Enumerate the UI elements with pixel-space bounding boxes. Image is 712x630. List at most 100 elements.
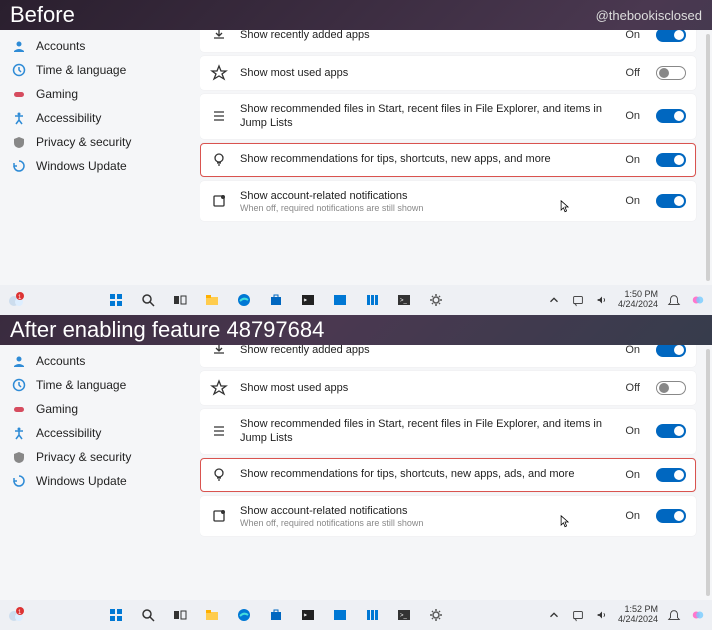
tray-chevron-icon[interactable] [546,292,562,308]
taskbar-cmd-icon[interactable]: >_ [396,292,412,308]
toggle-switch[interactable] [656,468,686,482]
setting-title: Show most used apps [240,66,614,80]
taskbar-tray: 1:50 PM4/24/2024 [546,290,706,310]
taskbar-tasks-icon[interactable] [364,607,380,623]
setting-text: Show account-related notificationsWhen o… [240,189,613,213]
setting-text: Show recommendations for tips, shortcuts… [240,467,613,481]
sidebar-item-label: Time & language [36,63,126,77]
setting-text: Show recommended files in Start, recent … [240,417,613,446]
toggle-switch[interactable] [656,509,686,523]
setting-title: Show account-related notifications [240,504,613,518]
settings-content: Show recently added apps On Show most used… [200,30,712,285]
sidebar-item-accessibility[interactable]: Accessibility [0,421,200,445]
taskbar-store-icon[interactable] [268,607,284,623]
sidebar-item-time[interactable]: Time & language [0,58,200,82]
setting-title: Show recommended files in Start, recent … [240,417,613,446]
taskbar-center: >_ [6,292,546,308]
sidebar-item-update[interactable]: Windows Update [0,154,200,178]
taskbar-settings-icon[interactable] [428,607,444,623]
sidebar-item-time[interactable]: Time & language [0,373,200,397]
toggle-state-label: Off [626,382,640,394]
accessibility-icon [12,111,26,125]
taskbar-terminal-icon[interactable] [300,292,316,308]
toggle-switch[interactable] [656,424,686,438]
sidebar-item-gaming[interactable]: Gaming [0,82,200,106]
taskbar-settings-icon[interactable] [428,292,444,308]
privacy-icon [12,450,26,464]
setting-title: Show recently added apps [240,30,613,42]
taskbar-cmd-icon[interactable]: >_ [396,607,412,623]
notifications-icon[interactable] [666,607,682,623]
taskbar-bluetooth-icon[interactable] [332,607,348,623]
toggle-switch[interactable] [656,381,686,395]
tray-cast-icon[interactable] [570,607,586,623]
setting-subtitle: When off, required notifications are sti… [240,203,613,213]
download-icon [210,345,228,359]
toggle-state-label: On [625,510,640,522]
taskbar-start-icon[interactable] [108,607,124,623]
taskbar-terminal-icon[interactable] [300,607,316,623]
sidebar-item-accessibility[interactable]: Accessibility [0,106,200,130]
sidebar-item-accounts[interactable]: Accounts [0,349,200,373]
tray-sound-icon[interactable] [594,292,610,308]
toggle-switch[interactable] [656,66,686,80]
toggle-switch[interactable] [656,30,686,42]
taskbar-start-icon[interactable] [108,292,124,308]
svg-text:>_: >_ [400,613,408,619]
sidebar-item-privacy[interactable]: Privacy & security [0,130,200,154]
taskbar-tasks-icon[interactable] [364,292,380,308]
taskbar-taskview-icon[interactable] [172,607,188,623]
toggle-switch[interactable] [656,153,686,167]
setting-row: Show account-related notificationsWhen o… [200,496,696,536]
taskbar-edge-icon[interactable] [236,607,252,623]
tray-sound-icon[interactable] [594,607,610,623]
setting-title: Show account-related notifications [240,189,613,203]
notifications-icon[interactable] [666,292,682,308]
sidebar-item-accounts[interactable]: Accounts [0,34,200,58]
privacy-icon [12,135,26,149]
toggle-switch[interactable] [656,345,686,357]
widgets-button[interactable]: 1 [6,605,30,625]
copilot-icon[interactable] [690,292,706,308]
sidebar-item-privacy[interactable]: Privacy & security [0,445,200,469]
widgets-button[interactable]: 1 [6,290,30,310]
sidebar-item-label: Accounts [36,39,85,53]
download-icon [210,30,228,44]
time-icon [12,63,26,77]
toggle-switch[interactable] [656,194,686,208]
caption-after-text: After enabling feature 48797684 [10,317,324,343]
taskbar-search-icon[interactable] [140,292,156,308]
tray-chevron-icon[interactable] [546,607,562,623]
caption-before: Before @thebookisclosed [0,0,712,30]
sidebar-item-label: Time & language [36,378,126,392]
notif-icon [210,507,228,525]
setting-text: Show account-related notificationsWhen o… [240,504,613,528]
toggle-state-label: On [625,425,640,437]
taskbar-clock[interactable]: 1:50 PM4/24/2024 [618,290,658,310]
setting-subtitle: When off, required notifications are sti… [240,518,613,528]
list-icon [210,422,228,440]
taskbar-edge-icon[interactable] [236,292,252,308]
taskbar-explorer-icon[interactable] [204,607,220,623]
taskbar-store-icon[interactable] [268,292,284,308]
bulb-icon [210,466,228,484]
taskbar-clock[interactable]: 1:52 PM4/24/2024 [618,605,658,625]
taskbar-bluetooth-icon[interactable] [332,292,348,308]
scrollbar[interactable] [706,349,710,596]
scrollbar[interactable] [706,34,710,281]
taskbar-search-icon[interactable] [140,607,156,623]
taskbar-tray: 1:52 PM4/24/2024 [546,605,706,625]
sidebar-item-gaming[interactable]: Gaming [0,397,200,421]
accounts-icon [12,354,26,368]
taskbar-center: >_ [6,607,546,623]
sidebar-item-update[interactable]: Windows Update [0,469,200,493]
sidebar-item-label: Windows Update [36,159,127,173]
setting-row: Show most used appsOff [200,56,696,90]
tray-cast-icon[interactable] [570,292,586,308]
taskbar-taskview-icon[interactable] [172,292,188,308]
taskbar-explorer-icon[interactable] [204,292,220,308]
toggle-switch[interactable] [656,109,686,123]
setting-text: Show recommended files in Start, recent … [240,102,613,131]
copilot-icon[interactable] [690,607,706,623]
toggle-state-label: On [625,110,640,122]
